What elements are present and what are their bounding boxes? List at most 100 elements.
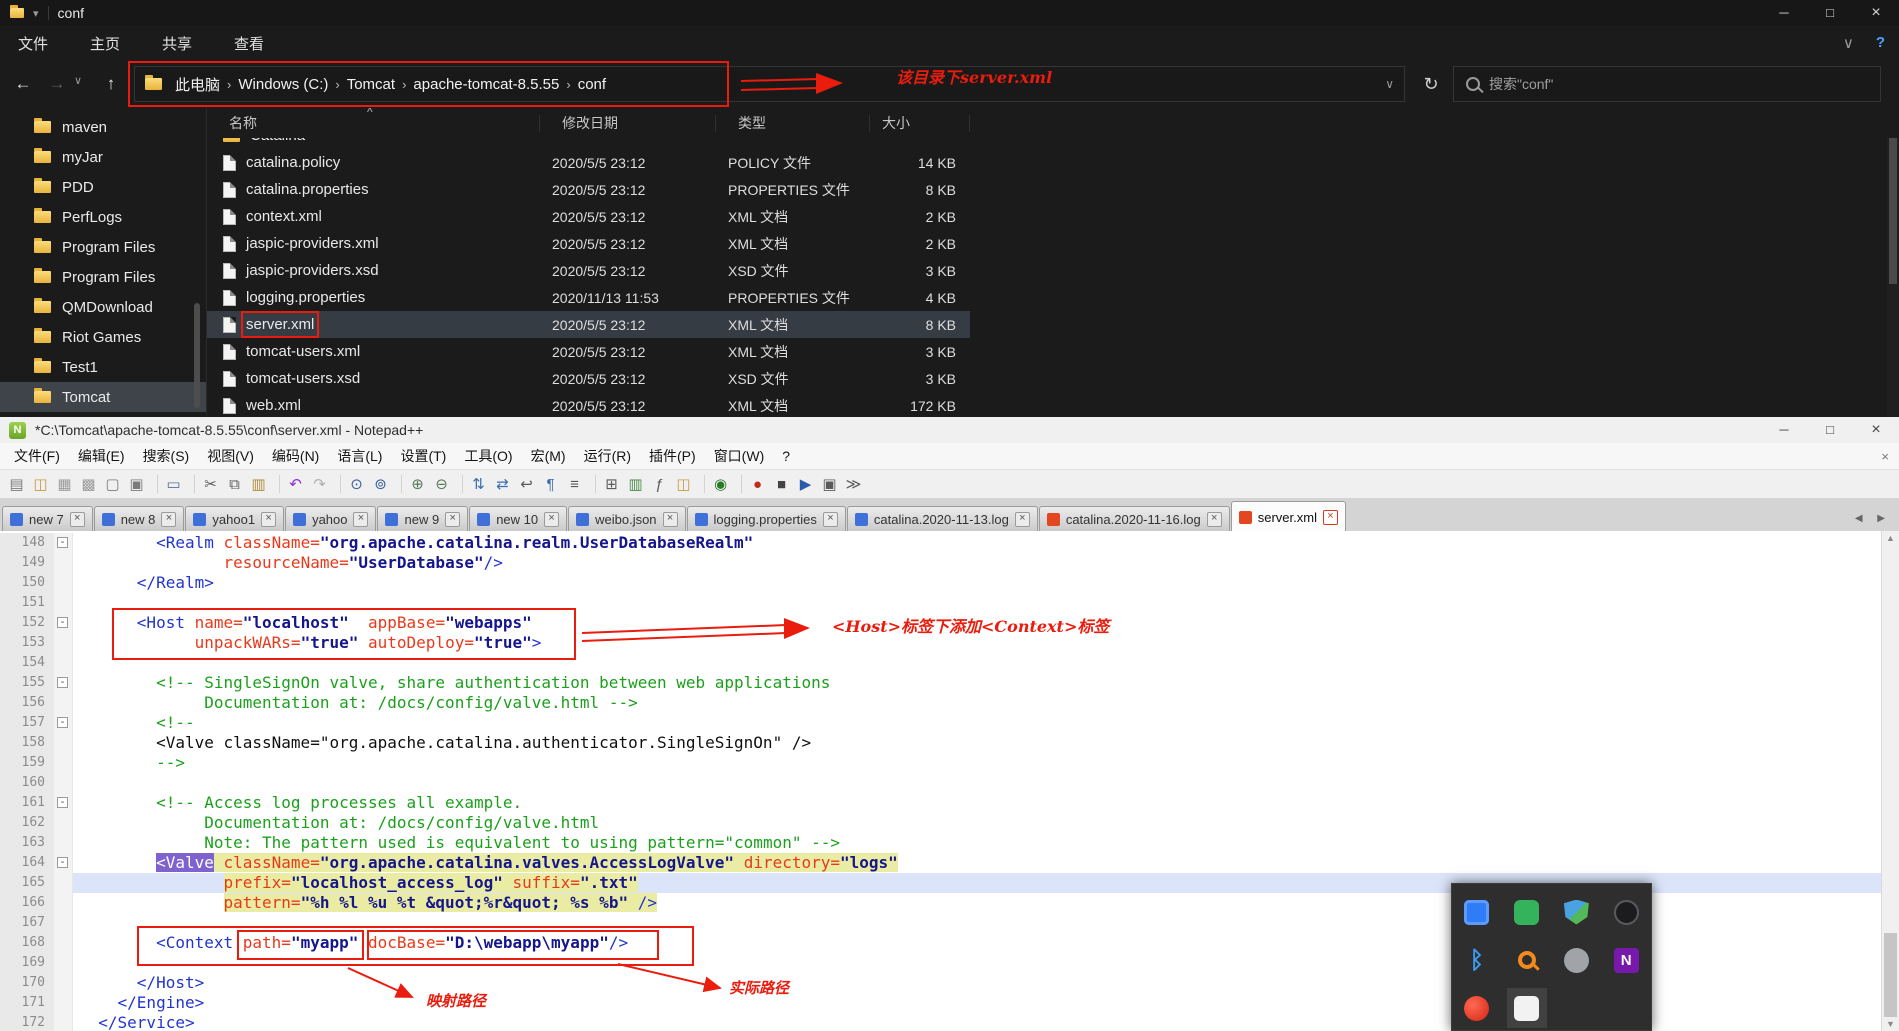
ribbon-tab-item[interactable]: 主页 [90, 33, 120, 54]
history-caret-icon[interactable]: ∨ [74, 74, 82, 87]
tab-close-icon[interactable]: × [662, 512, 678, 527]
word-wrap-icon[interactable]: ↩ [515, 473, 538, 496]
back-button[interactable]: ← [8, 68, 38, 100]
code-line-158[interactable]: 158 <Valve className="org.apache.catalin… [0, 733, 1899, 753]
indent-guide-icon[interactable]: ≡ [563, 473, 586, 496]
help-icon[interactable]: ? [1876, 34, 1885, 52]
tab-yahoo1[interactable]: yahoo1 × [185, 506, 285, 532]
code-line-157[interactable]: 157- <!-- [0, 713, 1899, 733]
quick-access-caret-icon[interactable]: ▾ [33, 7, 39, 20]
monitoring-icon[interactable]: ◉ [709, 473, 732, 496]
tray-red-app-icon[interactable] [1464, 995, 1490, 1021]
menu-item-f[interactable]: 文件(F) [5, 446, 69, 466]
menubar-close-icon[interactable]: × [1881, 449, 1889, 464]
breadcrumb-item-apache-tomcat-8-5-55[interactable]: apache-tomcat-8.5.55 [406, 76, 566, 93]
tab-close-icon[interactable]: × [822, 512, 838, 527]
address-bar[interactable]: 此电脑 › Windows (C:) › Tomcat › apache-tomcat-8.… [134, 66, 1405, 102]
column-header-type[interactable]: 类型 [716, 114, 870, 132]
tab-server-xml[interactable]: server.xml × [1230, 501, 1346, 532]
redo-icon[interactable]: ↷ [308, 473, 331, 496]
sync-vertical-icon[interactable]: ⇅ [467, 473, 490, 496]
code-line-160[interactable]: 160 [0, 773, 1899, 793]
code-line-164[interactable]: 164- <Valve className="org.apache.catali… [0, 853, 1899, 873]
tray-dark-app-icon[interactable] [1613, 899, 1639, 925]
address-dropdown-icon[interactable]: ∨ [1385, 77, 1394, 91]
tray-blue-app-icon[interactable] [1464, 899, 1490, 925]
menu-item-s[interactable]: 搜索(S) [134, 446, 199, 466]
fold-collapse-icon[interactable]: - [57, 856, 68, 868]
menu-item-t[interactable]: 设置(T) [391, 446, 455, 466]
file-row-jaspic-providers-xml[interactable]: jaspic-providers.xml 2020/5/5 23:12 XML 文档… [207, 230, 970, 257]
code-line-154[interactable]: 154 [0, 653, 1899, 673]
tab-new-8[interactable]: new 8 × [93, 506, 185, 532]
maximize-button[interactable]: □ [1807, 0, 1853, 26]
new-file-icon[interactable]: ▤ [5, 473, 28, 496]
search-magnifier-orange-icon[interactable] [1517, 951, 1536, 969]
file-row-catalina-properties[interactable]: catalina.properties 2020/5/5 23:12 PROPERT… [207, 176, 970, 203]
tray-green-app-icon[interactable] [1514, 899, 1540, 925]
code-line-161[interactable]: 161- <!-- Access log processes all examp… [0, 793, 1899, 813]
file-row-tomcat-users-xsd[interactable]: tomcat-users.xsd 2020/5/5 23:12 XSD 文件 3 KB [207, 365, 970, 392]
sidebar-scrollbar[interactable] [194, 303, 200, 408]
code-line-162[interactable]: 162 Documentation at: /docs/config/valve… [0, 813, 1899, 833]
zoom-out-icon[interactable]: ⊖ [430, 473, 453, 496]
sidebar-item-qmdownload[interactable]: QMDownload [0, 292, 206, 322]
tab-scroll-arrows-icon[interactable]: ◀ ▶ [1855, 513, 1891, 524]
file-row-context-xml[interactable]: context.xml 2020/5/5 23:12 XML 文档 2 KB [207, 203, 970, 230]
tab-close-icon[interactable]: × [1322, 509, 1338, 525]
tray-gray-circle-icon[interactable] [1563, 947, 1589, 973]
fold-collapse-icon[interactable]: - [57, 536, 68, 548]
code-line-156[interactable]: 156 Documentation at: /docs/config/valve… [0, 693, 1899, 713]
close-button[interactable]: × [1853, 0, 1899, 26]
sidebar-item-riot-games[interactable]: Riot Games [0, 322, 206, 352]
forward-button[interactable]: → [42, 68, 72, 100]
file-row-tomcat-users-xml[interactable]: tomcat-users.xml 2020/5/5 23:12 XML 文档 3 KB [207, 338, 970, 365]
editor-scrollbar[interactable]: ▲ ▼ [1881, 531, 1899, 1031]
menu-item-l[interactable]: 语言(L) [328, 446, 391, 466]
tab-yahoo[interactable]: yahoo × [285, 506, 377, 532]
function-list-icon[interactable]: ƒ [648, 473, 671, 496]
open-file-icon[interactable]: ◫ [29, 473, 52, 496]
folder-workspace-icon[interactable]: ◫ [672, 473, 695, 496]
column-header-size[interactable]: 大小 [870, 114, 970, 132]
save-macro-icon[interactable]: ▣ [818, 473, 841, 496]
onenote-icon[interactable]: N [1613, 947, 1639, 973]
tab-close-icon[interactable]: × [353, 512, 369, 527]
user-define-dialog-icon[interactable]: ⊞ [600, 473, 623, 496]
show-all-chars-icon[interactable]: ¶ [539, 473, 562, 496]
tab-new-10[interactable]: new 10 × [469, 506, 568, 532]
file-row-web-xml[interactable]: web.xml 2020/5/5 23:12 XML 文档 172 KB [207, 392, 970, 417]
tab-close-icon[interactable]: × [544, 512, 560, 527]
file-row-catalina-policy[interactable]: catalina.policy 2020/5/5 23:12 POLICY 文件 14… [207, 149, 970, 176]
column-header-name[interactable]: 名称 [207, 114, 540, 132]
npp-close-button[interactable]: × [1853, 417, 1899, 443]
minimize-button[interactable]: ─ [1761, 0, 1807, 26]
menu-item-p[interactable]: 插件(P) [640, 446, 705, 466]
npp-maximize-button[interactable]: □ [1807, 417, 1853, 443]
sidebar-item-perflogs[interactable]: PerfLogs [0, 202, 206, 232]
stop-macro-icon[interactable]: ■ [770, 473, 793, 496]
search-input[interactable]: 搜索"conf" [1453, 66, 1881, 102]
save-all-icon[interactable]: ▩ [77, 473, 100, 496]
fold-collapse-icon[interactable]: - [57, 616, 68, 628]
tab-close-icon[interactable]: × [161, 512, 177, 527]
tab-new-9[interactable]: new 9 × [377, 506, 469, 532]
sidebar-item-tomcat[interactable]: Tomcat [0, 382, 206, 412]
tab-close-icon[interactable]: × [1206, 512, 1222, 527]
code-line-159[interactable]: 159 --> [0, 753, 1899, 773]
doc-map-icon[interactable]: ▥ [624, 473, 647, 496]
sync-horizontal-icon[interactable]: ⇄ [491, 473, 514, 496]
sidebar-item-program-files[interactable]: Program Files [0, 232, 206, 262]
play-macro-icon[interactable]: ▶ [794, 473, 817, 496]
file-row-logging-properties[interactable]: logging.properties 2020/11/13 11:53 PROPER… [207, 284, 970, 311]
column-header-date[interactable]: 修改日期 [540, 114, 716, 132]
editor-scroll-up-icon[interactable]: ▲ [1882, 533, 1899, 543]
menu-item-w[interactable]: 窗口(W) [705, 446, 774, 466]
sidebar-item-pdd[interactable]: PDD [0, 172, 206, 202]
menu-item-m[interactable]: 宏(M) [522, 446, 575, 466]
tab-catalina-2020-11-16-log[interactable]: catalina.2020-11-16.log × [1038, 506, 1230, 532]
zoom-in-icon[interactable]: ⊕ [406, 473, 429, 496]
breadcrumb-item-conf[interactable]: conf [571, 76, 613, 93]
code-line-150[interactable]: 150 </Realm> [0, 573, 1899, 593]
defender-shield-icon[interactable] [1563, 899, 1589, 925]
